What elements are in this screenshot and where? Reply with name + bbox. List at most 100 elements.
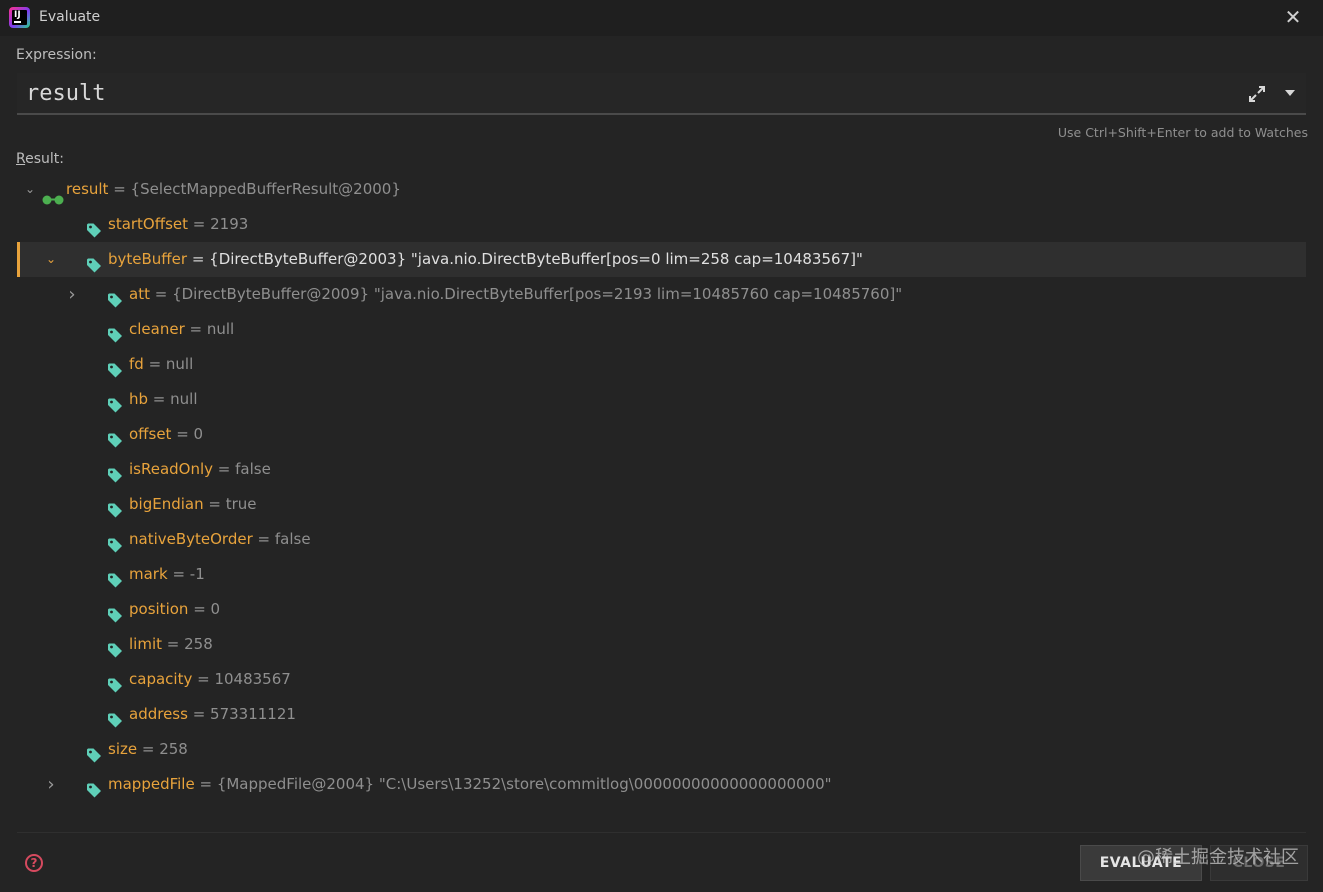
field-name: capacity [129, 670, 193, 688]
equals-sign: = [188, 600, 211, 618]
tree-row-text: offset = 0 [129, 417, 203, 452]
equals-sign: = [167, 565, 190, 583]
tree-row-text: address = 573311121 [129, 697, 296, 732]
tree-row-text: isReadOnly = false [129, 452, 271, 487]
expand-icon[interactable] [1248, 85, 1266, 103]
field-tag-icon [86, 216, 102, 238]
field-value: 258 [184, 635, 213, 653]
tree-row-size[interactable]: size = 258 [17, 732, 1306, 767]
tree-row-text: startOffset = 2193 [108, 207, 248, 242]
tree-row-mappedFile[interactable]: › mappedFile = {MappedFile@2004} "C:\User… [17, 767, 1306, 802]
expression-label: Expression: [16, 47, 97, 63]
tree-row-fd[interactable]: fd = null [17, 347, 1306, 382]
equals-sign: = [137, 740, 160, 758]
chevron-down-icon[interactable]: ⌄ [23, 172, 37, 207]
field-tag-icon [107, 391, 123, 413]
close-icon[interactable]: ✕ [1282, 6, 1304, 28]
field-name: byteBuffer [108, 250, 188, 268]
tree-row-nativeByteOrder[interactable]: nativeByteOrder = false [17, 522, 1306, 557]
field-name: mark [129, 565, 168, 583]
equals-sign: = [252, 530, 275, 548]
watch-glasses-icon [42, 184, 64, 205]
field-value: null [206, 320, 235, 338]
field-name: limit [129, 635, 162, 653]
field-tag-icon [107, 356, 123, 378]
tree-row-text: byteBuffer = {DirectByteBuffer@2003} "ja… [108, 242, 863, 277]
equals-sign: = [187, 705, 211, 723]
help-icon[interactable]: ? [25, 854, 43, 872]
field-tag-icon [107, 636, 123, 658]
field-tag-icon [107, 286, 123, 308]
equals-sign: = [149, 285, 173, 303]
field-tag-icon [107, 566, 123, 588]
equals-sign: = [203, 495, 226, 513]
tree-row-hb[interactable]: hb = null [17, 382, 1306, 417]
tree-row-text: capacity = 10483567 [129, 662, 291, 697]
tree-row-text: cleaner = null [129, 312, 234, 347]
tree-row-address[interactable]: address = 573311121 [17, 697, 1306, 732]
tree-row-limit[interactable]: limit = 258 [17, 627, 1306, 662]
field-value: -1 [189, 565, 205, 583]
field-tag-icon [86, 251, 102, 273]
equals-sign: = [162, 635, 185, 653]
tree-row-mark[interactable]: mark = -1 [17, 557, 1306, 592]
field-tag-icon [107, 601, 123, 623]
equals-sign: = [187, 250, 210, 268]
field-name: cleaner [129, 320, 185, 338]
tree-row-capacity[interactable]: capacity = 10483567 [17, 662, 1306, 697]
tree-row-offset[interactable]: offset = 0 [17, 417, 1306, 452]
field-value: {DirectByteBuffer@2009} "java.nio.Direct… [172, 285, 903, 303]
tree-row-result[interactable]: ⌄ result = {SelectMappedBufferResult@2000… [17, 172, 1306, 207]
tree-row-text: nativeByteOrder = false [129, 522, 311, 557]
equals-sign: = [148, 390, 171, 408]
tree-row-text: size = 258 [108, 732, 188, 767]
field-name: startOffset [108, 215, 189, 233]
tree-row-startOffset[interactable]: startOffset = 2193 [17, 207, 1306, 242]
field-tag-icon [107, 671, 123, 693]
field-tag-icon [107, 321, 123, 343]
evaluate-button[interactable]: EVALUATE [1080, 845, 1202, 881]
tree-row-att[interactable]: › att = {DirectByteBuffer@2009} "java.nio… [17, 277, 1306, 312]
field-value: {MappedFile@2004} "C:\Users\13252\store\… [216, 775, 832, 793]
tree-row-bigEndian[interactable]: bigEndian = true [17, 487, 1306, 522]
result-label-mnemonic: R [16, 151, 26, 167]
expression-input[interactable]: result [26, 81, 105, 106]
field-value: false [235, 460, 271, 478]
field-name: hb [129, 390, 149, 408]
result-tree[interactable]: ⌄ result = {SelectMappedBufferResult@2000… [17, 172, 1306, 833]
field-tag-icon [107, 426, 123, 448]
equals-sign: = [171, 425, 194, 443]
history-dropdown-icon[interactable] [1283, 86, 1297, 100]
chevron-right-icon[interactable]: › [44, 767, 58, 802]
field-name: result [66, 180, 109, 198]
field-name: nativeByteOrder [129, 530, 253, 548]
field-value: 0 [193, 425, 204, 443]
field-name: offset [129, 425, 172, 443]
tree-row-byteBuffer[interactable]: ⌄ byteBuffer = {DirectByteBuffer@2003} "j… [17, 242, 1306, 277]
tree-row-text: mark = -1 [129, 557, 205, 592]
field-value: null [165, 355, 194, 373]
field-value: 2193 [210, 215, 249, 233]
tree-row-text: bigEndian = true [129, 487, 257, 522]
tree-row-isReadOnly[interactable]: isReadOnly = false [17, 452, 1306, 487]
field-name: size [108, 740, 138, 758]
field-tag-icon [86, 776, 102, 798]
field-tag-icon [86, 741, 102, 763]
field-tag-icon [107, 531, 123, 553]
field-tag-icon [107, 461, 123, 483]
equals-sign: = [213, 460, 236, 478]
field-value: {DirectByteBuffer@2003} "java.nio.Direct… [209, 250, 863, 268]
close-button[interactable]: CLOSE [1210, 845, 1308, 881]
tree-row-cleaner[interactable]: cleaner = null [17, 312, 1306, 347]
field-name: bigEndian [129, 495, 204, 513]
chevron-right-icon[interactable]: › [65, 277, 79, 312]
field-value: 10483567 [214, 670, 291, 688]
chevron-down-icon[interactable]: ⌄ [44, 242, 58, 277]
result-label: Result: [16, 151, 64, 167]
field-value: 0 [210, 600, 221, 618]
field-value: 573311121 [210, 705, 296, 723]
field-value: {SelectMappedBufferResult@2000} [130, 180, 401, 198]
expression-field[interactable]: result [17, 73, 1306, 115]
tree-row-position[interactable]: position = 0 [17, 592, 1306, 627]
field-tag-icon [107, 496, 123, 518]
